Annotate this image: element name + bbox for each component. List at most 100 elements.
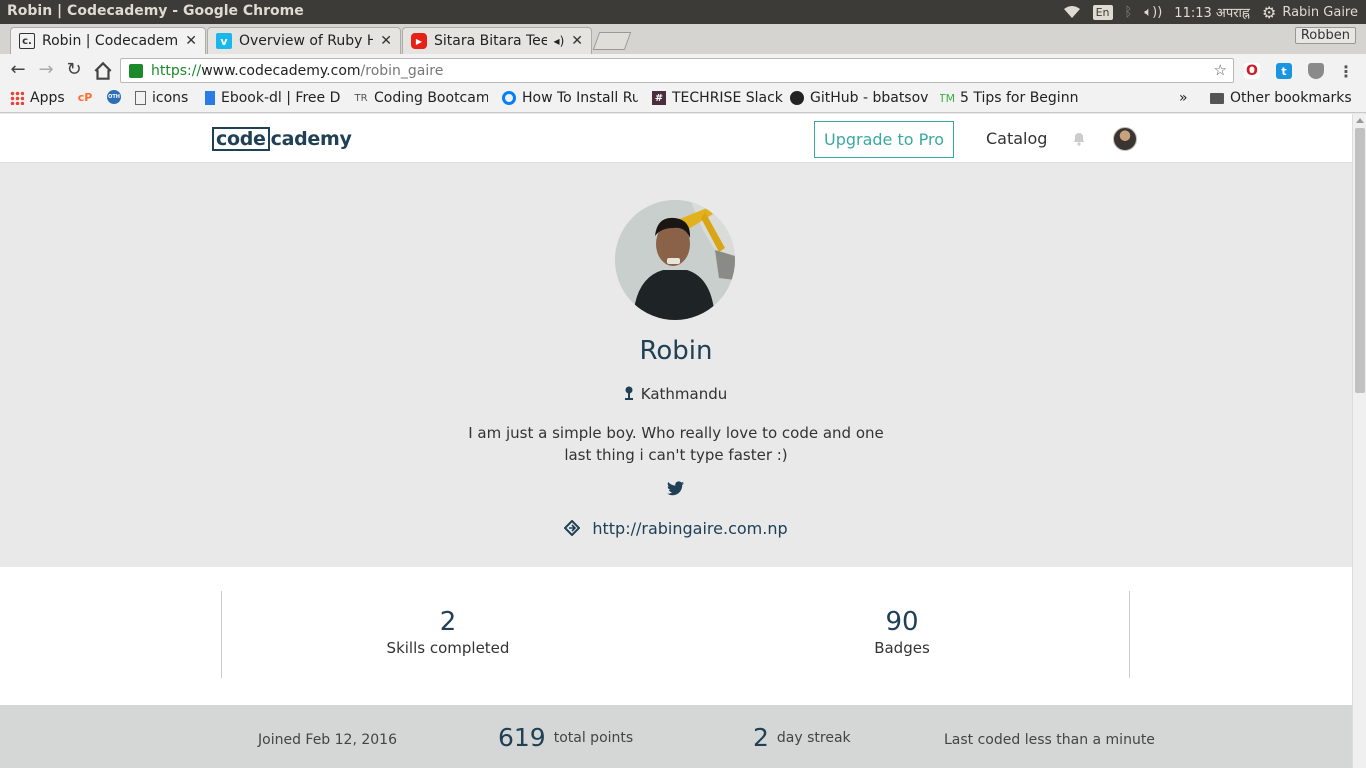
tm-icon: TM (940, 91, 956, 105)
reload-icon[interactable]: ↻ (63, 60, 85, 82)
profile-avatar (615, 200, 735, 320)
volume-icon[interactable]: 🔈︎)) (1144, 5, 1162, 20)
profile-hero: Robin Kathmandu I am just a simple boy. … (0, 163, 1352, 567)
tab-title: Robin | Codecademy (42, 33, 179, 49)
bookmark-how-to-install-ruby[interactable]: How To Install Ru (502, 90, 638, 106)
bookmark-5-tips[interactable]: TM 5 Tips for Beginn (940, 90, 1078, 106)
website-link[interactable]: http://rabingaire.com.np (592, 519, 787, 538)
bookmark-star-icon[interactable]: ☆ (1214, 61, 1227, 79)
catalog-link[interactable]: Catalog (986, 129, 1047, 148)
joined-date: Joined Feb 12, 2016 (258, 732, 397, 748)
twitter-icon[interactable] (667, 481, 684, 496)
browser-toolbar: ← → ↻ https://www.codecademy.com/robin_g… (0, 54, 1366, 86)
url-scheme: https:// (151, 62, 202, 79)
session-user[interactable]: Rabin Gaire (1282, 5, 1358, 20)
profile-switcher[interactable]: Robben (1294, 27, 1356, 44)
scroll-up-arrow-icon[interactable] (1356, 118, 1364, 123)
wifi-icon[interactable] (1063, 5, 1081, 19)
bookmark-github-bbatsov[interactable]: GitHub - bbatsov (790, 90, 928, 106)
gear-icon[interactable]: ⚙ (1262, 3, 1276, 22)
codecademy-favicon-icon: c. (19, 33, 35, 49)
url-host: www.codecademy.com (201, 62, 361, 79)
clock[interactable]: 11:13 अपराह्न (1174, 3, 1250, 21)
bookmark-oth[interactable]: OTH (107, 90, 121, 104)
new-tab-button[interactable] (592, 32, 632, 50)
tab-strip: c. Robin | Codecademy ✕ v Overview of Ru… (0, 24, 1366, 54)
bookmarks-overflow-button[interactable]: » (1179, 90, 1188, 106)
scroll-thumb[interactable] (1355, 128, 1365, 393)
audio-playing-icon[interactable]: ◂) (554, 34, 565, 48)
lock-icon[interactable] (129, 63, 143, 78)
upgrade-to-pro-button[interactable]: Upgrade to Pro (814, 121, 954, 158)
points-value: 619 (498, 723, 546, 752)
close-icon[interactable]: ✕ (185, 33, 197, 49)
github-icon (790, 91, 804, 105)
profile-location: Kathmandu (0, 385, 1352, 403)
os-title-bar: Robin | Codecademy - Google Chrome En ᛒ … (0, 0, 1366, 24)
stat-skills-completed: 2 Skills completed (298, 607, 598, 657)
tab-title: Sitara Bitara Teej (434, 33, 547, 49)
day-streak: 2 day streak (753, 723, 851, 752)
bookmark-cpanel[interactable]: cP (78, 90, 92, 104)
page-icon (135, 91, 146, 105)
oth-icon: OTH (107, 90, 121, 104)
bookmark-label: How To Install Ru (522, 90, 638, 106)
bookmark-techrise-slack[interactable]: # TECHRISE Slack (652, 90, 783, 106)
stat-value: 2 (439, 607, 457, 637)
chevron-more-icon: » (1179, 90, 1188, 106)
forward-arrow-icon[interactable]: → (35, 60, 57, 82)
profile-name: Robin (639, 336, 713, 366)
bookmark-other-bookmarks[interactable]: Other bookmarks (1210, 90, 1352, 106)
stat-value: 90 (885, 607, 919, 637)
stat-badges[interactable]: 90 Badges (752, 607, 1052, 657)
link-icon (564, 520, 581, 536)
site-header: code cademy Upgrade to Pro Catalog (0, 114, 1352, 163)
twitter-extension-icon[interactable]: t (1276, 63, 1292, 79)
points-label: total points (553, 730, 634, 746)
streak-value: 2 (753, 723, 769, 752)
tab-codecademy[interactable]: c. Robin | Codecademy ✕ (10, 27, 206, 54)
shield-extension-icon[interactable] (1308, 63, 1324, 79)
window-title: Robin | Codecademy - Google Chrome (7, 3, 304, 19)
address-bar[interactable]: https://www.codecademy.com/robin_gaire ☆ (120, 58, 1234, 83)
bookmarks-bar: Apps cP OTH icons Ebook-dl | Free D TR C… (0, 86, 1366, 113)
home-icon[interactable] (92, 60, 114, 82)
bookmark-apps[interactable]: Apps (10, 90, 65, 106)
apps-grid-icon (10, 91, 24, 105)
tab-sitara-bitara[interactable]: ▶ Sitara Bitara Teej ◂) ✕ (402, 27, 592, 54)
bookmark-coding-bootcamp[interactable]: TR Coding Bootcam (354, 90, 488, 106)
bluetooth-icon[interactable]: ᛒ (1125, 5, 1133, 20)
close-icon[interactable]: ✕ (380, 33, 392, 49)
close-icon[interactable]: ✕ (571, 33, 583, 49)
stat-label: Badges (874, 639, 930, 657)
tr-icon: TR (354, 92, 368, 104)
bell-icon[interactable] (1072, 131, 1086, 146)
tab-title: Overview of Ruby H (239, 33, 374, 49)
folder-icon (1210, 92, 1224, 104)
profile-website: http://rabingaire.com.np (0, 519, 1352, 538)
activity-meta-bar: Joined Feb 12, 2016 619 total points 2 day… (0, 705, 1352, 768)
total-points: 619 total points (498, 723, 633, 752)
menu-kebab-icon[interactable]: ⋮ (1338, 62, 1354, 81)
logo-rest: cademy (270, 128, 352, 150)
codecademy-logo[interactable]: code cademy (212, 127, 352, 151)
bookmark-blue-icon (205, 91, 215, 105)
tab-ruby-overview[interactable]: v Overview of Ruby H ✕ (207, 27, 401, 54)
bookmark-label: Coding Bootcam (374, 90, 488, 106)
last-coded: Last coded less than a minute (944, 732, 1155, 748)
stats-panel: 2 Skills completed 90 Badges (0, 567, 1352, 705)
back-arrow-icon[interactable]: ← (7, 60, 29, 82)
page-scrollbar[interactable] (1352, 114, 1366, 768)
youtube-favicon-icon: ▶ (411, 33, 427, 49)
location-text: Kathmandu (640, 385, 728, 403)
bookmark-icons[interactable]: icons (135, 90, 188, 106)
digitalocean-icon (502, 91, 516, 105)
opera-extension-icon[interactable]: O (1244, 63, 1260, 79)
divider (1129, 591, 1130, 678)
user-avatar-menu[interactable] (1113, 127, 1137, 151)
bookmark-label: GitHub - bbatsov (810, 90, 928, 106)
bookmark-ebook-dl[interactable]: Ebook-dl | Free D (205, 90, 340, 106)
keyboard-lang-indicator[interactable]: En (1092, 4, 1113, 20)
system-tray: En ᛒ 🔈︎)) 11:13 अपराह्न ⚙ Rabin Gaire (1063, 0, 1358, 24)
location-pin-icon (624, 386, 633, 400)
